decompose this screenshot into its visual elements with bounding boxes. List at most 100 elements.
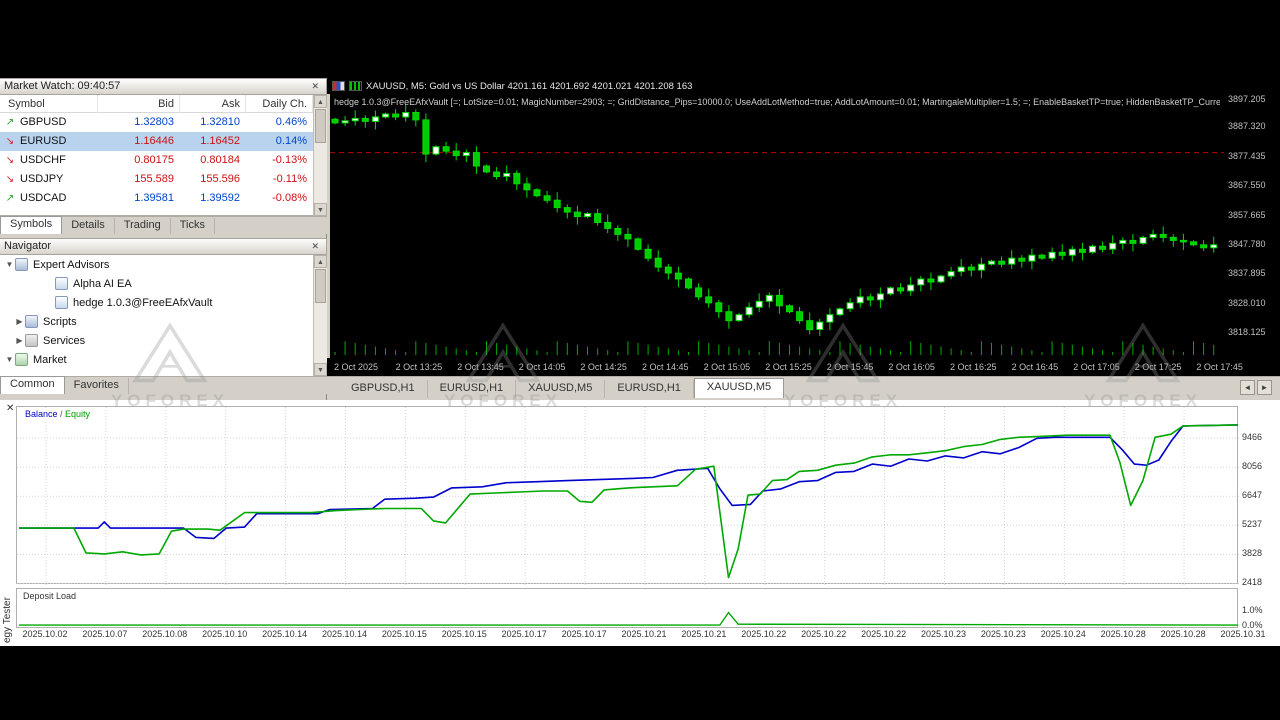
ea-icon bbox=[55, 296, 68, 309]
navigator-item-hedge-1-0-3-freeeafxvault[interactable]: hedge 1.0.3@FreeEAfxVault bbox=[0, 293, 313, 312]
deposit-load-chart-box[interactable]: Deposit Load bbox=[16, 588, 1239, 628]
strategy-tester-label: egy Tester bbox=[2, 597, 13, 643]
tester-x-label: 2025.10.22 bbox=[741, 629, 787, 639]
ask-value: 155.596 bbox=[200, 173, 240, 185]
price-axis-label: 3828.010 bbox=[1228, 297, 1266, 308]
market-watch-row-usdchf[interactable]: ↘ USDCHF 0.80175 0.80184 -0.13% bbox=[0, 151, 313, 170]
tab-ticks[interactable]: Ticks bbox=[171, 218, 215, 234]
navigator-item-label: hedge 1.0.3@FreeEAfxVault bbox=[73, 296, 213, 309]
time-axis-label: 2 Oct 13:25 bbox=[395, 362, 443, 372]
time-axis-label: 2 Oct 17:05 bbox=[1073, 362, 1120, 372]
daily-change-value: -0.08% bbox=[272, 192, 307, 204]
chart-tab-eurusd-h1[interactable]: EURUSD,H1 bbox=[605, 380, 694, 398]
daily-change-value: -0.13% bbox=[272, 154, 307, 166]
tester-y-label: 8056 bbox=[1242, 461, 1263, 472]
deposit-load-plot[interactable] bbox=[17, 589, 1239, 634]
chart-tab-xauusd-m5[interactable]: XAUUSD,M5 bbox=[516, 380, 606, 398]
chart-tab-eurusd-h1[interactable]: EURUSD,H1 bbox=[428, 380, 517, 398]
market-icon bbox=[15, 353, 28, 366]
market-watch-row-eurusd[interactable]: ↘ EURUSD 1.16446 1.16452 0.14% bbox=[0, 132, 313, 151]
services-icon bbox=[25, 334, 38, 347]
price-axis-label: 3818.125 bbox=[1228, 327, 1266, 338]
scroll-up-icon[interactable]: ▲ bbox=[314, 95, 327, 108]
symbol-name: USDCHF bbox=[20, 154, 66, 166]
candlestick-mode-icon bbox=[349, 81, 362, 91]
tab-common[interactable]: Common bbox=[0, 376, 65, 394]
time-axis-label: 2 Oct 15:45 bbox=[826, 362, 874, 372]
navigator-item-alpha-ai-ea[interactable]: Alpha AI EA bbox=[0, 274, 313, 293]
market-watch-scrollbar[interactable]: ▲ ▼ bbox=[313, 95, 327, 216]
close-icon[interactable]: ✕ bbox=[308, 79, 322, 94]
tab-details[interactable]: Details bbox=[62, 218, 115, 234]
tester-x-label: 2025.10.07 bbox=[82, 629, 128, 639]
balance-equity-chart-box[interactable]: Balance / Equity bbox=[16, 406, 1245, 585]
tab-symbols[interactable]: Symbols bbox=[0, 216, 63, 234]
caret-right-icon[interactable]: ▶ bbox=[14, 317, 25, 326]
up-arrow-icon: ↗ bbox=[5, 193, 15, 204]
tester-x-label: 2025.10.21 bbox=[681, 629, 727, 639]
scroll-down-icon[interactable]: ▼ bbox=[314, 363, 327, 376]
chart-legend: Balance / Equity bbox=[23, 409, 93, 419]
navigator-item-expert-advisors[interactable]: ▼ Expert Advisors bbox=[0, 255, 313, 274]
tester-x-label: 2025.10.17 bbox=[561, 629, 607, 639]
navigator-title: Navigator bbox=[4, 240, 52, 252]
column-daily-change[interactable]: Daily Ch. bbox=[246, 95, 313, 113]
price-axis-label: 3887.320 bbox=[1228, 121, 1266, 132]
navigator-item-label: Scripts bbox=[43, 315, 77, 328]
column-symbol[interactable]: Symbol bbox=[0, 95, 98, 113]
ask-value: 1.32810 bbox=[200, 116, 240, 128]
tab-trading[interactable]: Trading bbox=[115, 218, 171, 234]
caret-right-icon[interactable]: ▶ bbox=[14, 336, 25, 345]
chart-tab-xauusd-m5[interactable]: XAUUSD,M5 bbox=[693, 378, 785, 398]
tester-x-label: 2025.10.02 bbox=[22, 629, 68, 639]
market-watch-row-usdcad[interactable]: ↗ USDCAD 1.39581 1.39592 -0.08% bbox=[0, 189, 313, 208]
time-axis-label: 2 Oct 17:25 bbox=[1134, 362, 1182, 372]
tab-scroll-right-icon[interactable]: ► bbox=[1257, 380, 1272, 395]
tester-x-label: 2025.10.14 bbox=[321, 629, 368, 639]
caret-down-icon[interactable]: ▼ bbox=[4, 355, 15, 364]
market-watch-row-gbpusd[interactable]: ↗ GBPUSD 1.32803 1.32810 0.46% bbox=[0, 113, 313, 132]
close-icon[interactable]: ✕ bbox=[6, 403, 14, 414]
column-ask[interactable]: Ask bbox=[180, 95, 246, 113]
market-watch-column-header: Symbol Bid Ask Daily Ch. bbox=[0, 95, 313, 113]
scroll-down-icon[interactable]: ▼ bbox=[314, 203, 327, 216]
scroll-up-icon[interactable]: ▲ bbox=[314, 255, 327, 268]
time-axis[interactable]: 2 Oct 2025 2 Oct 13:25 2 Oct 13:45 2 Oct 14… bbox=[327, 358, 1280, 376]
price-chart-area[interactable] bbox=[330, 94, 1224, 358]
balance-equity-plot[interactable] bbox=[17, 407, 1245, 590]
price-axis-label: 3897.205 bbox=[1228, 94, 1266, 104]
tester-x-label: 2025.10.10 bbox=[202, 629, 248, 639]
close-icon[interactable]: ✕ bbox=[308, 239, 322, 254]
market-watch-row-usdjpy[interactable]: ↘ USDJPY 155.589 155.596 -0.11% bbox=[0, 170, 313, 189]
time-axis-label: 2 Oct 16:25 bbox=[950, 362, 997, 372]
price-axis[interactable]: 3897.205 3887.320 3877.435 3867.550 3857.665… bbox=[1224, 94, 1280, 358]
scrollbar-thumb[interactable] bbox=[315, 269, 326, 303]
navigator-item-market[interactable]: ▼ Market bbox=[0, 350, 313, 369]
price-axis-label: 3867.550 bbox=[1228, 180, 1266, 191]
navigator-item-scripts[interactable]: ▶ Scripts bbox=[0, 312, 313, 331]
tab-scroll-left-icon[interactable]: ◄ bbox=[1240, 380, 1255, 395]
ea-icon bbox=[55, 277, 68, 290]
tester-y-label: 6647 bbox=[1242, 490, 1263, 501]
column-bid[interactable]: Bid bbox=[98, 95, 180, 113]
tester-x-label: 2025.10.08 bbox=[142, 629, 188, 639]
tester-x-label: 2025.10.14 bbox=[262, 629, 308, 639]
time-axis-label: 2 Oct 17:45 bbox=[1196, 362, 1243, 372]
time-axis-label: 2 Oct 14:25 bbox=[580, 362, 627, 372]
bid-value: 1.39581 bbox=[134, 192, 174, 204]
ask-value: 0.80184 bbox=[200, 154, 240, 166]
scrollbar-thumb[interactable] bbox=[315, 109, 326, 143]
folder-icon bbox=[25, 315, 38, 328]
navigator-scrollbar[interactable]: ▲ ▼ bbox=[313, 255, 327, 376]
candle-plot[interactable] bbox=[330, 94, 1224, 363]
navigator-item-services[interactable]: ▶ Services bbox=[0, 331, 313, 350]
time-axis-label: 2 Oct 14:45 bbox=[642, 362, 689, 372]
caret-down-icon[interactable]: ▼ bbox=[4, 260, 15, 269]
tester-x-label: 2025.10.21 bbox=[621, 629, 667, 639]
bid-value: 0.80175 bbox=[134, 154, 174, 166]
mt5-window: Market Watch: 09:40:57 ✕ Symbol Bid Ask … bbox=[0, 0, 1280, 720]
time-axis-label: 2 Oct 15:05 bbox=[703, 362, 751, 372]
folder-icon bbox=[15, 258, 28, 271]
tab-favorites[interactable]: Favorites bbox=[65, 378, 129, 394]
chart-tab-gbpusd-h1[interactable]: GBPUSD,H1 bbox=[339, 380, 428, 398]
